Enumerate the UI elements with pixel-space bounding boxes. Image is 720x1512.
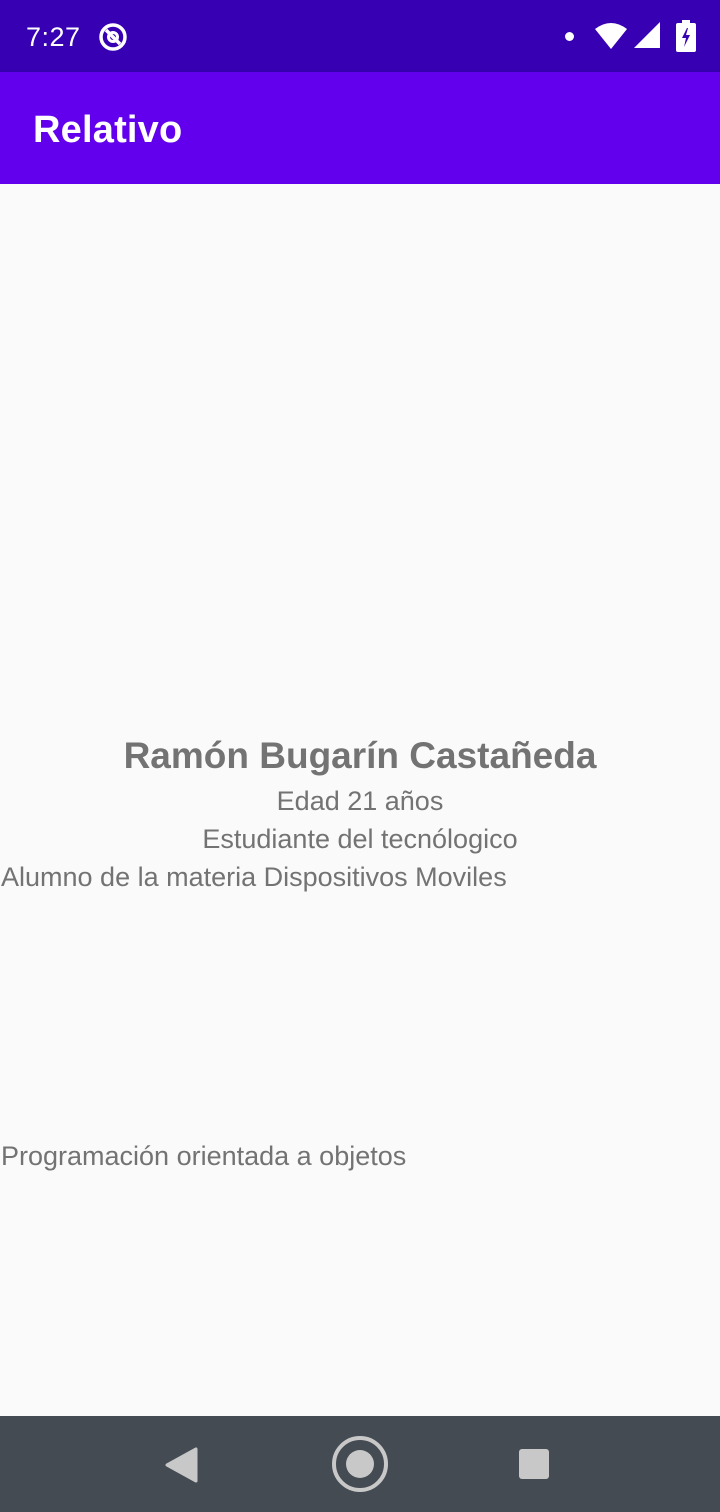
profile-subject: Alumno de la materia Dispositivos Movile… xyxy=(1,862,507,892)
status-bar: 7:27 xyxy=(0,0,720,72)
app-bar: Relativo xyxy=(0,72,720,184)
status-time: 7:27 xyxy=(26,22,81,52)
back-icon[interactable] xyxy=(163,1446,199,1484)
at-sign-icon xyxy=(99,23,127,51)
signal-icon xyxy=(634,22,660,48)
wifi-icon xyxy=(595,23,627,49)
profile-content: Ramón Bugarín Castañeda Edad 21 años Est… xyxy=(0,184,720,1416)
navigation-bar xyxy=(0,1416,720,1512)
battery-icon xyxy=(676,20,696,52)
recents-icon[interactable] xyxy=(518,1448,550,1480)
profile-course: Programación orientada a objetos xyxy=(1,1141,407,1171)
profile-name: Ramón Bugarín Castañeda xyxy=(123,735,597,776)
home-icon[interactable] xyxy=(330,1434,390,1494)
notification-dot-icon xyxy=(565,32,574,41)
app-title: Relativo xyxy=(33,109,183,151)
profile-occupation: Estudiante del tecnólogico xyxy=(202,824,518,854)
profile-age: Edad 21 años xyxy=(276,786,444,816)
